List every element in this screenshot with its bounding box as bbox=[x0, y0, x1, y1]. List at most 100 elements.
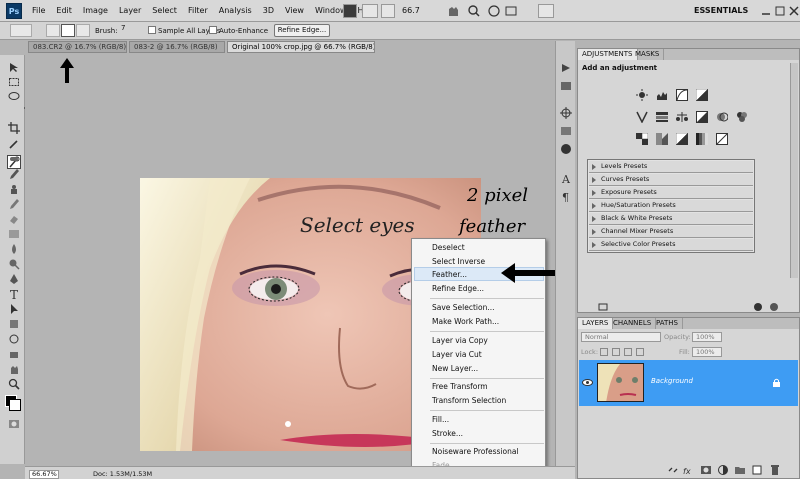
tab-083-2[interactable]: 083-2 @ 16.7% (RGB/8) bbox=[129, 41, 225, 53]
history-brush-tool-icon[interactable] bbox=[8, 198, 20, 210]
screen-mode-icon[interactable] bbox=[538, 4, 554, 18]
exposure-icon[interactable] bbox=[696, 89, 708, 101]
hue-saturation-icon[interactable] bbox=[656, 111, 668, 123]
eyedropper-tool-icon[interactable] bbox=[8, 138, 20, 150]
layer-style-icon[interactable]: fx bbox=[683, 464, 695, 476]
lock-image-icon[interactable] bbox=[612, 348, 620, 356]
gradient-tool-icon[interactable] bbox=[8, 228, 20, 240]
auto-enhance-checkbox[interactable] bbox=[209, 26, 217, 34]
maximize-icon[interactable] bbox=[775, 6, 785, 16]
menu-item-deselect[interactable]: Deselect bbox=[432, 243, 465, 252]
shape-tool-icon[interactable] bbox=[8, 318, 20, 330]
blend-mode-select[interactable]: Normal bbox=[581, 332, 661, 342]
menu-file[interactable]: File bbox=[32, 6, 45, 15]
zoom-tool-icon[interactable] bbox=[8, 378, 20, 390]
curves-icon[interactable] bbox=[676, 89, 688, 101]
3d-camera-tool-icon[interactable] bbox=[8, 348, 20, 360]
rotate-icon[interactable] bbox=[488, 5, 500, 17]
add-to-selection-icon[interactable] bbox=[61, 24, 75, 37]
marquee-tool-icon[interactable] bbox=[8, 76, 20, 88]
opacity-field[interactable]: 100% bbox=[692, 332, 722, 342]
spot-healing-tool-icon[interactable] bbox=[8, 153, 20, 165]
menu-view[interactable]: View bbox=[285, 6, 304, 15]
menu-item-new-layer[interactable]: New Layer... bbox=[432, 364, 478, 373]
threshold-icon[interactable] bbox=[676, 133, 688, 145]
path-selection-tool-icon[interactable] bbox=[8, 303, 20, 315]
menu-item-make-work-path[interactable]: Make Work Path... bbox=[432, 317, 499, 326]
bridge-icon[interactable] bbox=[343, 4, 357, 18]
new-selection-icon[interactable] bbox=[46, 24, 60, 37]
lock-transparent-icon[interactable] bbox=[600, 348, 608, 356]
refine-edge-button[interactable]: Refine Edge... bbox=[274, 24, 330, 37]
subtract-from-selection-icon[interactable] bbox=[76, 24, 90, 37]
blur-tool-icon[interactable] bbox=[8, 243, 20, 255]
brush-size[interactable]: 7 bbox=[121, 24, 125, 32]
preset-channel-mixer[interactable]: Channel Mixer Presets bbox=[589, 226, 753, 238]
color-panel-icon[interactable] bbox=[560, 107, 572, 119]
photo-filter-icon[interactable] bbox=[716, 111, 728, 123]
character-panel-icon[interactable]: A bbox=[560, 172, 572, 184]
tool-preset-picker[interactable] bbox=[10, 24, 32, 37]
tab-channels[interactable]: CHANNELS bbox=[609, 318, 657, 329]
menu-3d[interactable]: 3D bbox=[263, 6, 274, 15]
channel-mixer-icon[interactable] bbox=[736, 111, 748, 123]
menu-item-layer-via-copy[interactable]: Layer via Copy bbox=[432, 336, 488, 345]
menu-item-save-selection[interactable]: Save Selection... bbox=[432, 303, 495, 312]
clone-stamp-tool-icon[interactable] bbox=[8, 183, 20, 195]
minimize-icon[interactable] bbox=[761, 6, 771, 16]
preset-curves[interactable]: Curves Presets bbox=[589, 174, 753, 186]
tab-paths[interactable]: PATHS bbox=[652, 318, 684, 329]
background-color-swatch[interactable] bbox=[9, 399, 21, 411]
menu-item-feather[interactable]: Feather... bbox=[432, 270, 467, 279]
swatches-panel-icon[interactable] bbox=[560, 125, 572, 137]
crop-tool-icon[interactable] bbox=[8, 122, 20, 134]
menu-select[interactable]: Select bbox=[152, 6, 177, 15]
lock-all-icon[interactable] bbox=[636, 348, 644, 356]
menu-image[interactable]: Image bbox=[83, 6, 108, 15]
selective-color-icon[interactable] bbox=[716, 133, 728, 145]
menu-item-refine-edge[interactable]: Refine Edge... bbox=[432, 284, 484, 293]
gradient-map-icon[interactable] bbox=[696, 133, 708, 145]
close-icon[interactable] bbox=[789, 6, 799, 16]
adjustments-scrollbar[interactable] bbox=[790, 63, 798, 278]
pen-tool-icon[interactable] bbox=[8, 273, 20, 285]
preset-black-white[interactable]: Black & White Presets bbox=[589, 213, 753, 225]
menu-window[interactable]: Window bbox=[315, 6, 347, 15]
actions-panel-icon[interactable] bbox=[560, 80, 572, 92]
preset-selective-color[interactable]: Selective Color Presets bbox=[589, 239, 753, 251]
paragraph-panel-icon[interactable]: ¶ bbox=[560, 190, 572, 202]
lasso-tool-icon[interactable] bbox=[8, 91, 20, 103]
tab-masks[interactable]: MASKS bbox=[631, 49, 665, 60]
preset-exposure[interactable]: Exposure Presets bbox=[589, 187, 753, 199]
new-layer-icon[interactable] bbox=[751, 464, 763, 476]
styles-panel-icon[interactable] bbox=[560, 143, 572, 155]
type-tool-icon[interactable]: T bbox=[8, 288, 20, 300]
link-layers-icon[interactable] bbox=[667, 464, 679, 476]
zoom-level[interactable]: 66.7 bbox=[402, 6, 420, 15]
layer-visibility-icon[interactable] bbox=[752, 302, 764, 312]
tab-adjustments[interactable]: ADJUSTMENTS bbox=[578, 49, 638, 60]
delete-layer-icon[interactable] bbox=[769, 464, 781, 476]
move-tool-icon[interactable] bbox=[8, 61, 20, 73]
menu-analysis[interactable]: Analysis bbox=[219, 6, 252, 15]
quick-mask-icon[interactable] bbox=[8, 418, 20, 430]
brush-tool-icon[interactable] bbox=[8, 168, 20, 180]
add-mask-icon[interactable] bbox=[700, 464, 712, 476]
sample-all-layers-checkbox[interactable] bbox=[148, 26, 156, 34]
menu-layer[interactable]: Layer bbox=[119, 6, 141, 15]
black-white-icon[interactable] bbox=[696, 111, 708, 123]
menu-item-select-inverse[interactable]: Select Inverse bbox=[432, 257, 485, 266]
adjustment-delete-icon[interactable] bbox=[768, 302, 780, 312]
tab-original-crop[interactable]: Original 100% crop.jpg @ 66.7% (RGB/8) * bbox=[227, 41, 375, 53]
menu-item-stroke[interactable]: Stroke... bbox=[432, 429, 463, 438]
fill-field[interactable]: 100% bbox=[692, 347, 722, 357]
extras-icon[interactable] bbox=[381, 4, 395, 18]
vibrance-icon[interactable] bbox=[636, 111, 648, 123]
levels-icon[interactable] bbox=[656, 89, 668, 101]
menu-item-free-transform[interactable]: Free Transform bbox=[432, 382, 488, 391]
minibridge-icon[interactable] bbox=[362, 4, 378, 18]
hand-icon[interactable] bbox=[449, 7, 458, 16]
posterize-icon[interactable] bbox=[656, 133, 668, 145]
invert-icon[interactable] bbox=[636, 133, 648, 145]
preset-levels[interactable]: Levels Presets bbox=[589, 161, 753, 173]
